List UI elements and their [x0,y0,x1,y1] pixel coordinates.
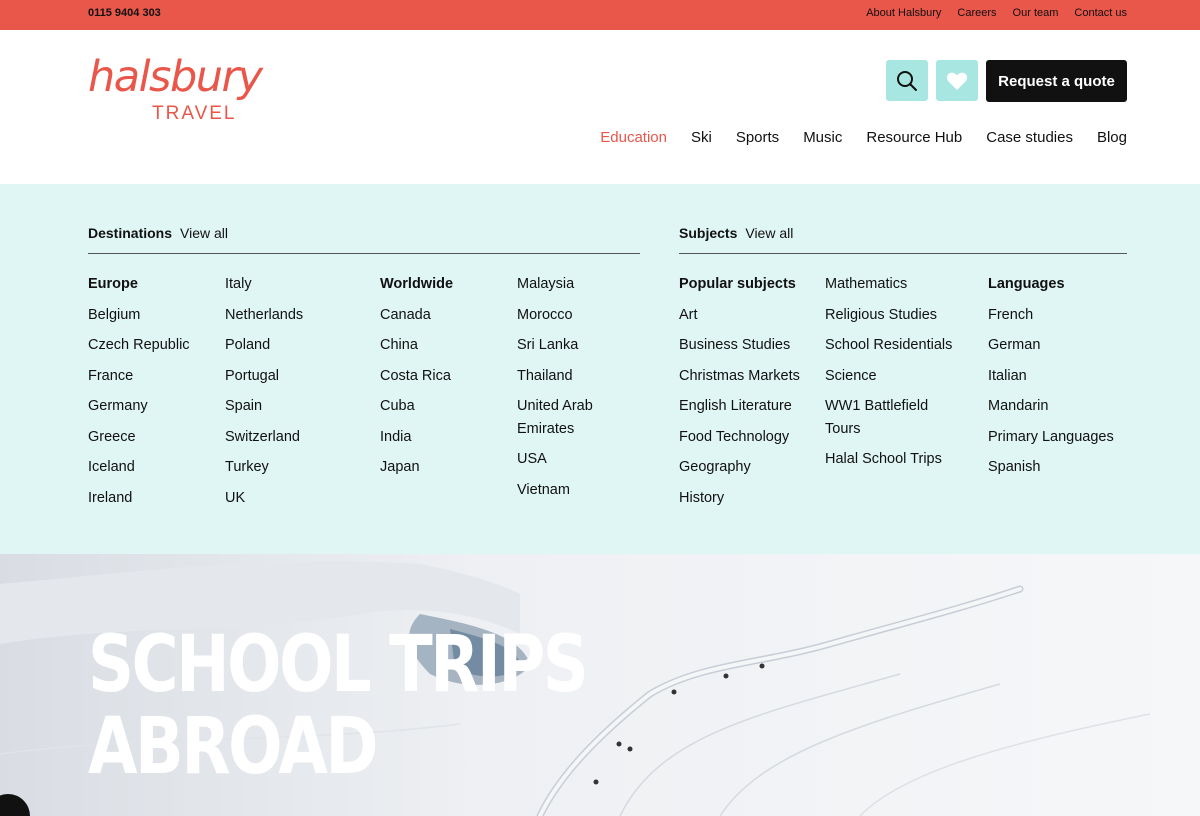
menu-link[interactable]: Mathematics [825,273,955,296]
menu-link[interactable]: Greece [88,426,218,449]
destinations-worldwide-list-2: Malaysia Morocco Sri Lanka Thailand United A… [517,273,632,509]
menu-link[interactable]: Vietnam [517,479,632,502]
menu-link[interactable]: Switzerland [225,426,365,449]
subjects-label: Subjects [679,225,738,241]
menu-column-heading: Worldwide [380,276,454,292]
hero-title-line-1: SCHOOL TRIPS [88,620,589,710]
menu-link[interactable]: USA [517,448,632,471]
destinations-worldwide-list: Worldwide Canada China Costa Rica Cuba India J… [380,273,510,487]
menu-link[interactable]: Netherlands [225,304,365,327]
destinations-view-all[interactable]: View all [180,225,228,241]
nav-resource-hub[interactable]: Resource Hub [866,129,962,146]
menu-link[interactable]: Germany [88,395,218,418]
menu-link[interactable]: France [88,365,218,388]
menu-link[interactable]: Morocco [517,304,632,327]
subjects-view-all[interactable]: View all [745,225,793,241]
menu-link[interactable]: Canada [380,304,510,327]
menu-column-heading: Languages [988,276,1065,292]
menu-link[interactable]: German [988,334,1128,357]
menu-link[interactable]: Mandarin [988,395,1128,418]
nav-case-studies[interactable]: Case studies [986,129,1073,146]
logo-wordmark: halsbury [88,52,263,102]
nav-sports[interactable]: Sports [736,129,779,146]
menu-column-heading: Europe [88,276,138,292]
menu-link[interactable]: WW1 Battlefield Tours [825,395,955,440]
menu-link[interactable]: Italy [225,273,365,296]
top-bar: 0115 9404 303 About Halsbury Careers Our… [0,0,1200,30]
menu-link[interactable]: Turkey [225,456,365,479]
hero-banner: SCHOOL TRIPS ABROAD [0,554,1200,816]
nav-ski[interactable]: Ski [691,129,712,146]
menu-column-heading: Popular subjects [679,276,796,292]
link-contact[interactable]: Contact us [1074,7,1127,19]
menu-link[interactable]: Art [679,304,819,327]
site-header: halsbury TRAVEL Request a quote Educatio… [0,30,1200,184]
menu-link[interactable]: Primary Languages [988,426,1128,449]
subjects-divider [679,253,1127,254]
menu-link[interactable]: History [679,487,819,510]
menu-link[interactable]: Iceland [88,456,218,479]
subjects-heading: Subjects View all [679,225,793,241]
menu-link[interactable]: Costa Rica [380,365,510,388]
subjects-languages-list: Languages French German Italian Mandarin Prim… [988,273,1128,487]
menu-link[interactable]: English Literature [679,395,819,418]
menu-link[interactable]: Cuba [380,395,510,418]
destinations-label: Destinations [88,225,173,241]
logo-subtitle: TRAVEL [152,103,237,124]
search-button[interactable] [886,60,928,101]
menu-link[interactable]: Malaysia [517,273,632,296]
menu-link[interactable]: Belgium [88,304,218,327]
menu-link[interactable]: India [380,426,510,449]
subjects-popular-list: Popular subjects Art Business Studies Chris… [679,273,819,517]
destinations-europe-list-2: Italy Netherlands Poland Portugal Spain Switz… [225,273,365,517]
menu-link[interactable]: Sri Lanka [517,334,632,357]
utility-links: About Halsbury Careers Our team Contact … [866,7,1127,19]
favourites-button[interactable] [936,60,978,101]
phone-number[interactable]: 0115 9404 303 [88,7,161,19]
destinations-heading: Destinations View all [88,225,228,241]
logo[interactable]: halsbury TRAVEL [88,53,263,127]
menu-link[interactable]: China [380,334,510,357]
link-careers[interactable]: Careers [957,7,996,19]
menu-link[interactable]: Czech Republic [88,334,218,357]
subjects-popular-list-2: Mathematics Religious Studies School Resid… [825,273,955,479]
nav-music[interactable]: Music [803,129,842,146]
menu-link[interactable]: Food Technology [679,426,819,449]
nav-education[interactable]: Education [600,129,667,146]
menu-link[interactable]: Christmas Markets [679,365,819,388]
menu-link[interactable]: United Arab Emirates [517,395,632,440]
hero-title: SCHOOL TRIPS ABROAD [88,620,589,792]
menu-link[interactable]: Spain [225,395,365,418]
heart-icon [946,72,968,90]
menu-link[interactable]: Business Studies [679,334,819,357]
request-quote-button[interactable]: Request a quote [986,60,1127,102]
menu-link[interactable]: Japan [380,456,510,479]
menu-link[interactable]: French [988,304,1128,327]
menu-link[interactable]: Ireland [88,487,218,510]
hero-title-line-2: ABROAD [88,702,378,792]
nav-blog[interactable]: Blog [1097,129,1127,146]
menu-link[interactable]: Poland [225,334,365,357]
search-icon [897,70,917,91]
link-about[interactable]: About Halsbury [866,7,941,19]
menu-link[interactable]: Geography [679,456,819,479]
menu-link[interactable]: Science [825,365,955,388]
menu-link[interactable]: Spanish [988,456,1128,479]
menu-link[interactable]: UK [225,487,365,510]
destinations-divider [88,253,640,254]
destinations-europe-list: Europe Belgium Czech Republic France Germany… [88,273,218,517]
link-our-team[interactable]: Our team [1013,7,1059,19]
menu-link[interactable]: Halal School Trips [825,448,955,471]
main-nav: Education Ski Sports Music Resource Hub … [600,129,1127,146]
education-mega-menu: Destinations View all Subjects View all … [0,184,1200,554]
menu-link[interactable]: Portugal [225,365,365,388]
menu-link[interactable]: Religious Studies [825,304,955,327]
menu-link[interactable]: Thailand [517,365,632,388]
menu-link[interactable]: School Residentials [825,334,955,357]
menu-link[interactable]: Italian [988,365,1128,388]
